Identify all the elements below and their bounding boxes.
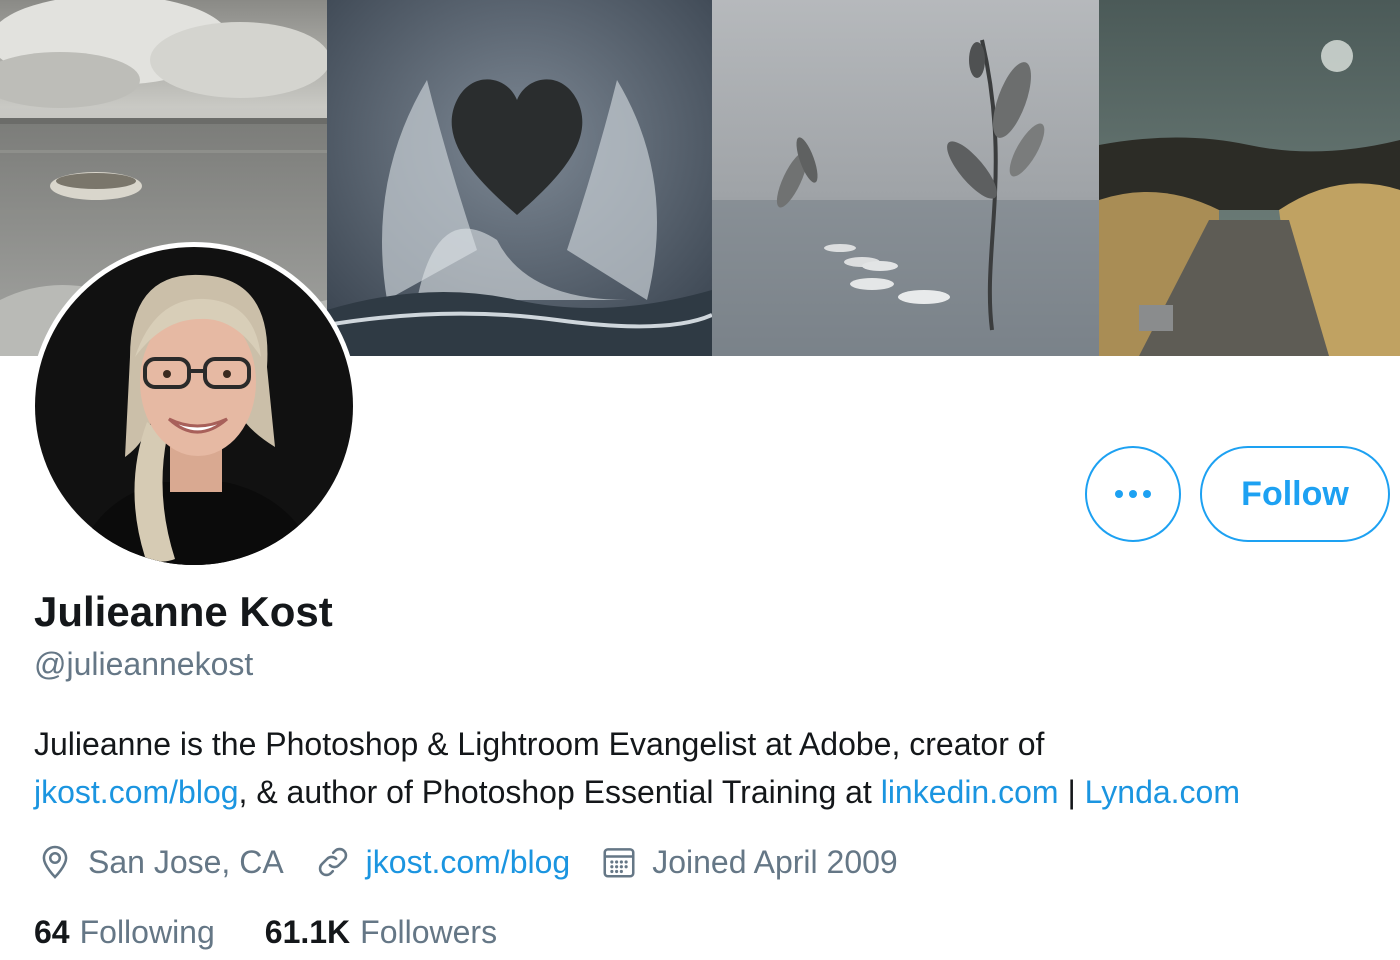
- profile-stats: 64 Following 61.1K Followers: [34, 914, 547, 951]
- following-count: 64: [34, 914, 70, 950]
- followers-label: Followers: [360, 914, 498, 950]
- bio-text-1: Julieanne is the Photoshop & Lightroom E…: [34, 726, 1045, 762]
- location-pin-icon: [42, 845, 68, 879]
- link-icon: [318, 847, 347, 877]
- calendar-icon: [603, 848, 635, 878]
- bio-link-linkedin[interactable]: linkedin.com: [881, 774, 1059, 810]
- profile-meta: San Jose, CA jkost.com/blog Joined April…: [36, 838, 928, 886]
- profile-location: San Jose, CA: [36, 843, 284, 881]
- banner-image-heart-wave: [327, 0, 712, 356]
- profile-bio: Julieanne is the Photoshop & Lightroom E…: [34, 720, 1394, 816]
- profile-handle: @julieannekost: [34, 646, 254, 682]
- banner-image-path: [1099, 0, 1400, 356]
- more-dots-icon: [1115, 490, 1151, 498]
- profile-website[interactable]: jkost.com/blog: [314, 843, 571, 881]
- bio-text-2: , & author of Photoshop Essential Traini…: [238, 774, 881, 810]
- profile-name: Julieanne Kost: [34, 588, 333, 635]
- website-link[interactable]: jkost.com/blog: [366, 844, 571, 881]
- follow-button[interactable]: Follow: [1200, 446, 1390, 542]
- profile-joined: Joined April 2009: [600, 843, 898, 881]
- banner-image-stepping-stones: [712, 0, 1099, 356]
- bio-text-3: |: [1058, 774, 1085, 810]
- following-label: Following: [79, 914, 215, 950]
- more-options-button[interactable]: [1085, 446, 1181, 542]
- bio-link-lynda[interactable]: Lynda.com: [1085, 774, 1240, 810]
- joined-text: Joined April 2009: [652, 843, 898, 880]
- followers-count: 61.1K: [264, 914, 351, 950]
- location-text: San Jose, CA: [88, 843, 284, 880]
- bio-link-blog[interactable]: jkost.com/blog: [34, 774, 239, 810]
- followers-stat[interactable]: 61.1K Followers: [265, 914, 497, 951]
- following-stat[interactable]: 64 Following: [34, 914, 215, 951]
- profile-avatar[interactable]: [30, 242, 358, 570]
